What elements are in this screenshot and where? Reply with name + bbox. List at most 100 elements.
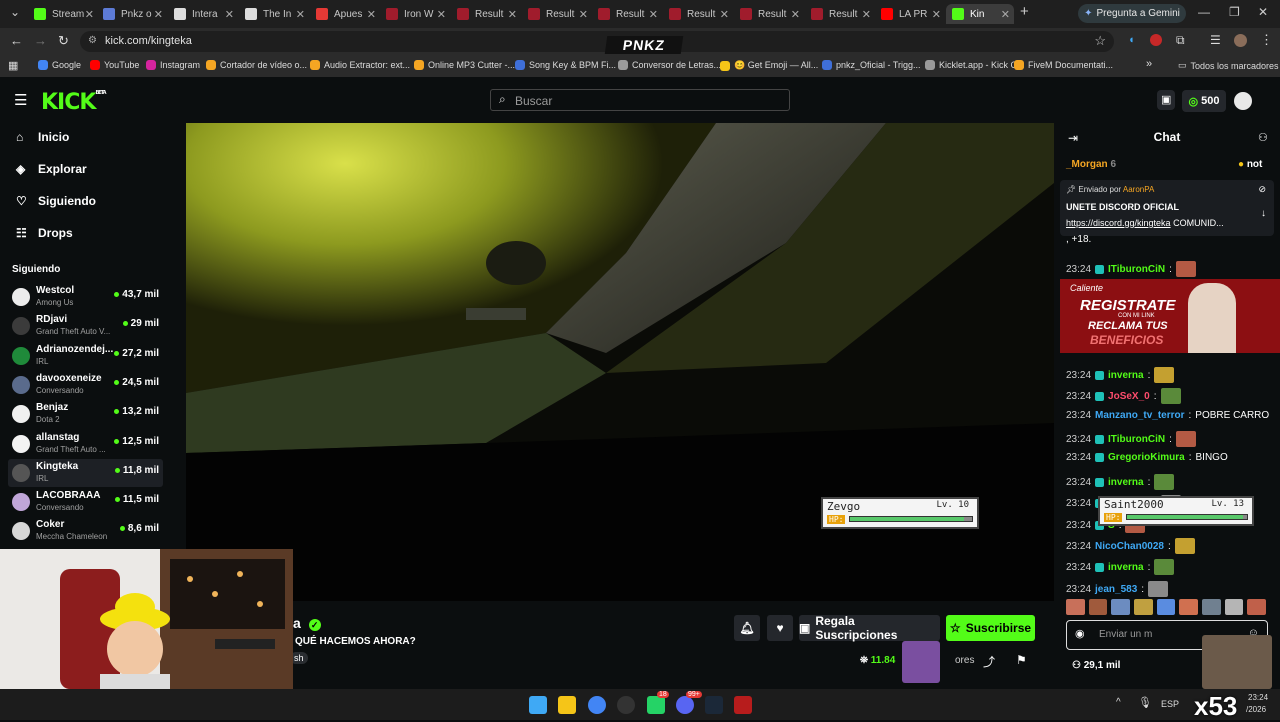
microphone-icon[interactable]: 🎙︎	[1138, 696, 1152, 709]
extension-icon-2[interactable]	[1150, 34, 1162, 46]
tab-close-icon[interactable]: ✕	[296, 8, 305, 21]
chat-username[interactable]: inverna	[1108, 562, 1144, 573]
file-explorer-icon[interactable]	[558, 696, 576, 714]
more-bookmarks-icon[interactable]: »	[1146, 58, 1152, 70]
browser-tab[interactable]: Apues ✕	[310, 4, 380, 24]
nav-item-inicio[interactable]: ⌂ Inicio	[16, 130, 69, 144]
followed-channel[interactable]: Coker Meccha Chameleon 8,6 mil	[8, 517, 163, 545]
reading-list-icon[interactable]: ☰	[1210, 33, 1221, 47]
unpin-icon[interactable]: ⊘	[1258, 184, 1266, 195]
followed-channel[interactable]: allanstag Grand Theft Auto ... 12,5 mil	[8, 430, 163, 458]
tab-close-icon[interactable]: ✕	[932, 8, 941, 21]
tab-close-icon[interactable]: ✕	[508, 8, 517, 21]
emote-4[interactable]	[1134, 599, 1153, 615]
language-indicator[interactable]: ESP	[1161, 699, 1179, 709]
minimize-button[interactable]: —	[1198, 5, 1210, 19]
notifications-button[interactable]: 🔔︎	[734, 615, 760, 641]
emote-6[interactable]	[1179, 599, 1199, 615]
chat-username[interactable]: Manzano_tv_terror	[1095, 410, 1184, 421]
tab-close-icon[interactable]: ✕	[225, 8, 234, 21]
gift-subscriptions-button[interactable]: ▣ Regala Suscripciones	[799, 614, 940, 642]
chat-username[interactable]: inverna	[1108, 477, 1144, 488]
search-input[interactable]: ⌕ Buscar	[490, 89, 790, 111]
emote-2[interactable]	[1088, 599, 1108, 615]
kick-logo[interactable]: KICKBETA	[41, 90, 107, 115]
bookmark-item[interactable]: Song Key & BPM Fi...	[515, 60, 616, 70]
user-avatar[interactable]	[1234, 92, 1252, 110]
tab-close-icon[interactable]: ✕	[437, 8, 446, 21]
bookmark-item[interactable]: Cortador de vídeo o...	[206, 60, 307, 70]
browser-tab[interactable]: Result ✕	[522, 4, 592, 24]
emote-3[interactable]	[1111, 599, 1131, 615]
tab-search-icon[interactable]: ⌄	[10, 5, 20, 19]
tab-close-icon[interactable]: ✕	[367, 8, 376, 21]
chat-username[interactable]: NicoChan0028	[1095, 541, 1164, 552]
bookmark-item[interactable]: Google	[38, 60, 81, 70]
whatsapp-icon[interactable]	[647, 696, 665, 714]
follow-button[interactable]: ♥	[767, 615, 793, 641]
followed-channel[interactable]: davooxeneize Conversando 24,5 mil	[8, 371, 163, 399]
bookmark-item[interactable]: Online MP3 Cutter -...	[414, 60, 515, 70]
nav-item-drops[interactable]: ☷ Drops	[16, 226, 73, 240]
profile-avatar[interactable]	[1234, 34, 1247, 47]
browser-tab[interactable]: Result ✕	[451, 4, 521, 24]
app-icon[interactable]	[617, 696, 635, 714]
bookmark-item[interactable]: Conversor de Letras...	[618, 60, 721, 70]
extensions-puzzle-icon[interactable]: ⧉	[1176, 33, 1185, 48]
bookmark-item[interactable]: YouTube	[90, 60, 139, 70]
restore-button[interactable]: ❐	[1229, 5, 1240, 19]
browser-tab[interactable]: LA PR ✕	[875, 4, 945, 24]
browser-tab[interactable]: Result ✕	[734, 4, 804, 24]
followed-channel[interactable]: Kingteka IRL 11,8 mil	[8, 458, 163, 487]
browser-tab[interactable]: Iron W ✕	[380, 4, 450, 24]
new-tab-button[interactable]: +	[1020, 3, 1029, 20]
chat-username[interactable]: jean_583	[1095, 584, 1137, 595]
chat-username[interactable]: ITiburonCiN	[1108, 264, 1165, 275]
report-icon[interactable]: ⚑	[1016, 653, 1027, 667]
tab-close-icon[interactable]: ✕	[1001, 8, 1010, 21]
bookmark-item[interactable]: pnkz_Oficial - Trigg...	[822, 60, 921, 70]
bookmark-item[interactable]: 😊 Get Emoji — All...	[720, 60, 818, 71]
share-icon[interactable]: ⤴	[983, 653, 995, 670]
game-icon[interactable]	[734, 696, 752, 714]
extension-icon-1[interactable]: ◖	[1128, 34, 1135, 46]
bookmark-item[interactable]: FiveM Documentati...	[1014, 60, 1113, 70]
studio-button[interactable]: ▣	[1157, 90, 1175, 110]
site-info-icon[interactable]: ⚙	[88, 35, 97, 46]
followed-channel[interactable]: Benjaz Dota 2 13,2 mil	[8, 400, 163, 428]
nav-item-siguiendo[interactable]: ♡ Siguiendo	[16, 194, 96, 208]
discord-icon[interactable]	[676, 696, 694, 714]
forward-icon[interactable]: →	[34, 33, 47, 48]
tab-close-icon[interactable]: ✕	[154, 8, 163, 21]
bookmark-item[interactable]: Instagram	[146, 60, 200, 70]
browser-tab[interactable]: Result ✕	[592, 4, 662, 24]
followed-channel[interactable]: Westcol Among Us 43,7 mil	[8, 283, 163, 311]
hamburger-menu-icon[interactable]: ☰	[14, 91, 27, 109]
gemini-button[interactable]: ✦ Pregunta a Gemini	[1078, 4, 1186, 23]
tab-close-icon[interactable]: ✕	[791, 8, 800, 21]
nav-item-explorar[interactable]: ◈ Explorar	[16, 162, 87, 176]
chat-users-icon[interactable]: ⚇	[1258, 131, 1268, 144]
followed-channel[interactable]: RDjavi Grand Theft Auto V... 29 mil	[8, 312, 163, 340]
expand-pinned-icon[interactable]: ↓	[1261, 208, 1266, 219]
close-window-button[interactable]: ✕	[1258, 5, 1268, 19]
caliente-ad-banner[interactable]: Caliente REGISTRATE CON MI LINK RECLAMA …	[1060, 279, 1280, 353]
browser-tab[interactable]: Pnkz o ✕	[97, 4, 167, 24]
tab-close-icon[interactable]: ✕	[85, 8, 94, 21]
tab-close-icon[interactable]: ✕	[720, 8, 729, 21]
bookmark-star-icon[interactable]: ☆	[1094, 33, 1106, 49]
tab-close-icon[interactable]: ✕	[862, 8, 871, 21]
tab-close-icon[interactable]: ✕	[579, 8, 588, 21]
chat-username[interactable]: inverna	[1108, 370, 1144, 381]
emote-5[interactable]	[1156, 599, 1176, 615]
emote-1[interactable]	[1066, 599, 1085, 615]
emote-9[interactable]	[1247, 599, 1267, 615]
apps-grid-icon[interactable]: ▦	[8, 59, 18, 72]
tab-close-icon[interactable]: ✕	[649, 8, 658, 21]
subscribe-button[interactable]: ☆ Suscribirse	[946, 615, 1035, 641]
chrome-icon[interactable]	[588, 696, 606, 714]
bookmark-item[interactable]: Audio Extractor: ext...	[310, 60, 410, 70]
browser-tab[interactable]: Result ✕	[663, 4, 733, 24]
kick-points-badge[interactable]: ◎ 500	[1182, 90, 1226, 112]
followed-channel[interactable]: Adrianozendej... IRL 27,2 mil	[8, 342, 163, 370]
